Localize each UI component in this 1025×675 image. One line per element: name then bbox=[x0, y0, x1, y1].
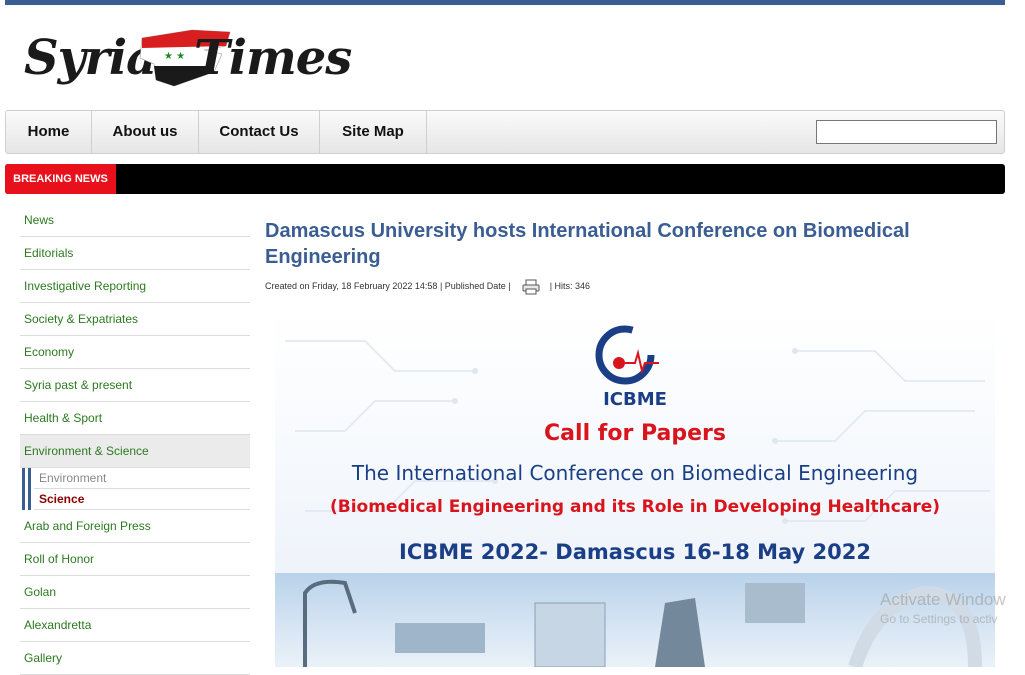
sidebar-item-editorials[interactable]: Editorials bbox=[20, 237, 250, 270]
sidebar-item-syria-past-present[interactable]: Syria past & present bbox=[20, 369, 250, 402]
sidebar-submenu: Environment Science bbox=[20, 468, 250, 510]
nav-contact-us[interactable]: Contact Us bbox=[199, 111, 320, 153]
poster-theme: (Biomedical Engineering and its Role in … bbox=[329, 497, 941, 517]
sidebar-item-environment-science[interactable]: Environment & Science bbox=[20, 435, 250, 468]
nav-about-us[interactable]: About us bbox=[92, 111, 199, 153]
main-navigation: Home About us Contact Us Site Map bbox=[5, 110, 1005, 154]
breaking-news-ticker: BREAKING NEWS bbox=[5, 164, 1005, 194]
article-meta: Created on Friday, 18 February 2022 14:5… bbox=[265, 278, 591, 295]
icbme-logo-icon bbox=[595, 325, 659, 385]
poster-dates: ICBME 2022- Damascus 16-18 May 2022 bbox=[399, 540, 871, 564]
activate-windows-watermark: Activate Window Go to Settings to activ bbox=[880, 590, 1006, 626]
nav-home[interactable]: Home bbox=[6, 111, 92, 153]
poster-conference-name: The International Conference on Biomedic… bbox=[351, 461, 919, 485]
nav-site-map[interactable]: Site Map bbox=[320, 111, 427, 153]
print-icon[interactable] bbox=[521, 279, 541, 295]
sidebar-item-news[interactable]: News bbox=[20, 204, 250, 237]
site-logo[interactable]: Syria ★ ★ Times bbox=[24, 26, 352, 88]
poster-acronym: ICBME bbox=[603, 389, 667, 410]
breaking-news-label: BREAKING NEWS bbox=[5, 164, 116, 194]
article-created-date: Created on Friday, 18 February 2022 14:5… bbox=[265, 281, 511, 291]
svg-text:★ ★: ★ ★ bbox=[164, 51, 185, 62]
sidebar-item-arab-foreign-press[interactable]: Arab and Foreign Press bbox=[20, 510, 250, 543]
poster-call-for-papers: Call for Papers bbox=[544, 421, 726, 446]
sidebar-item-alexandretta[interactable]: Alexandretta bbox=[20, 609, 250, 642]
sidebar-menu: News Editorials Investigative Reporting … bbox=[20, 204, 250, 675]
sidebar-item-investigative-reporting[interactable]: Investigative Reporting bbox=[20, 270, 250, 303]
sidebar-subitem-science[interactable]: Science bbox=[34, 489, 250, 510]
watermark-line-1: Activate Window bbox=[880, 590, 1006, 609]
sidebar-item-health-sport[interactable]: Health & Sport bbox=[20, 402, 250, 435]
article-title: Damascus University hosts International … bbox=[265, 220, 910, 268]
sidebar-item-roll-of-honor[interactable]: Roll of Honor bbox=[20, 543, 250, 576]
search-input[interactable] bbox=[816, 120, 997, 144]
top-accent-bar bbox=[5, 0, 1005, 5]
sidebar-item-economy[interactable]: Economy bbox=[20, 336, 250, 369]
logo-word-times: Times bbox=[194, 30, 352, 86]
watermark-line-2: Go to Settings to activ bbox=[880, 612, 998, 626]
sidebar-item-society-expatriates[interactable]: Society & Expatriates bbox=[20, 303, 250, 336]
article-hits: | Hits: 346 bbox=[549, 281, 591, 291]
sidebar-item-gallery[interactable]: Gallery bbox=[20, 642, 250, 675]
sidebar-item-golan[interactable]: Golan bbox=[20, 576, 250, 609]
sidebar-subitem-environment[interactable]: Environment bbox=[34, 468, 250, 489]
